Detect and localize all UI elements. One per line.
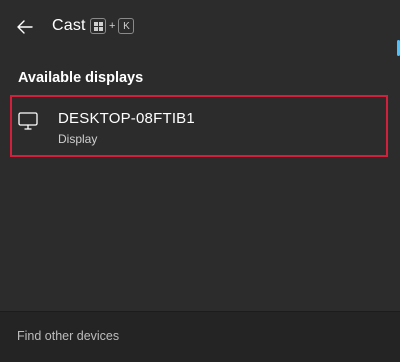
- back-arrow-icon: [17, 20, 33, 34]
- section-heading: Available displays: [18, 70, 144, 86]
- find-other-devices-link[interactable]: Find other devices: [17, 329, 119, 343]
- cast-header: Cast + K: [0, 0, 400, 54]
- shortcut-plus: +: [109, 20, 116, 32]
- device-list-item[interactable]: DESKTOP-08FTIB1 Display: [10, 95, 388, 157]
- page-title: Cast: [52, 17, 86, 34]
- footer: Find other devices: [0, 311, 400, 362]
- windows-key: [90, 18, 106, 34]
- back-button[interactable]: [12, 14, 38, 40]
- keyboard-shortcut: + K: [90, 18, 135, 34]
- windows-logo-icon: [93, 21, 103, 31]
- cast-panel: Cast + K Available displays DESKTOP-08FT…: [0, 0, 400, 362]
- device-name: DESKTOP-08FTIB1: [58, 110, 195, 127]
- device-type: Display: [58, 132, 98, 146]
- monitor-icon: [18, 112, 38, 130]
- k-key: K: [118, 18, 135, 34]
